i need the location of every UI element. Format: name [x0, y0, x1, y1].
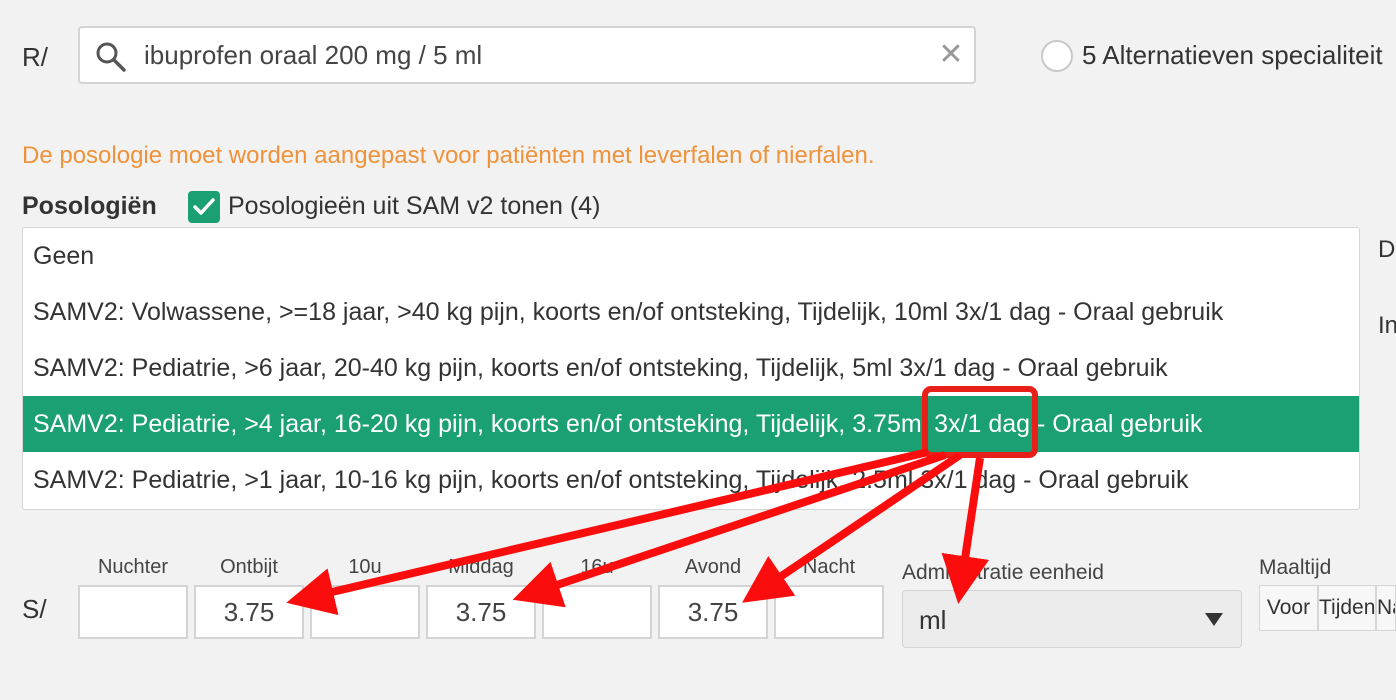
sam-checkbox[interactable]: [188, 191, 220, 223]
side-label-in: In: [1378, 312, 1396, 339]
time-label-middag: Middag: [448, 556, 514, 578]
drug-search-field[interactable]: ✕: [78, 26, 976, 84]
check-icon: [193, 198, 215, 215]
admin-unit-select[interactable]: ml: [902, 590, 1242, 648]
admin-unit-label: Administratie eenheid: [902, 561, 1104, 584]
sam-checkbox-label[interactable]: Posologieën uit SAM v2 tonen (4): [228, 192, 600, 221]
clear-icon[interactable]: ✕: [936, 40, 966, 70]
posology-item[interactable]: SAMV2: Pediatrie, >6 jaar, 20-40 kg pijn…: [23, 340, 1359, 396]
time-label-10u: 10u: [348, 556, 382, 578]
posology-item[interactable]: SAMV2: Pediatrie, >1 jaar, 10-16 kg pijn…: [23, 452, 1359, 508]
schedule-prefix: S/: [22, 594, 47, 624]
chevron-down-icon: [1205, 613, 1223, 626]
search-icon: [96, 42, 126, 72]
posology-warning: De posologie moet worden aangepast voor …: [22, 142, 875, 169]
prescription-prefix: R/: [22, 42, 48, 72]
search-input[interactable]: [144, 28, 924, 82]
posology-item[interactable]: SAMV2: Volwassene, >=18 jaar, >40 kg pij…: [23, 284, 1359, 340]
meal-option-na[interactable]: Na: [1376, 585, 1396, 631]
posology-list[interactable]: Geen SAMV2: Volwassene, >=18 jaar, >40 k…: [22, 227, 1360, 510]
dose-input-10u[interactable]: [310, 585, 420, 639]
posology-item[interactable]: Geen: [23, 228, 1359, 284]
posologies-title: Posologiën: [22, 192, 157, 220]
meal-label: Maaltijd: [1259, 556, 1332, 579]
side-label-d: D: [1378, 236, 1396, 263]
dose-input-16u[interactable]: [542, 585, 652, 639]
meal-option-voor[interactable]: Voor: [1259, 585, 1318, 631]
dose-input-nacht[interactable]: [774, 585, 884, 639]
time-label-avond: Avond: [684, 556, 742, 578]
dose-input-ontbijt[interactable]: 3.75: [194, 585, 304, 639]
time-label-16u: 16u: [580, 556, 614, 578]
alternatives-label: 5 Alternatieven specialiteit: [1082, 40, 1383, 70]
dose-input-avond[interactable]: 3.75: [658, 585, 768, 639]
dose-input-nuchter[interactable]: [78, 585, 188, 639]
alternatives-radio[interactable]: [1041, 40, 1073, 72]
dose-input-middag[interactable]: 3.75: [426, 585, 536, 639]
time-label-nuchter: Nuchter: [97, 556, 169, 578]
meal-option-tijdens[interactable]: Tijdens: [1318, 585, 1376, 631]
posology-item-selected[interactable]: SAMV2: Pediatrie, >4 jaar, 16-20 kg pijn…: [23, 396, 1359, 452]
admin-unit-value: ml: [919, 605, 947, 635]
time-label-ontbijt: Ontbijt: [220, 556, 278, 578]
time-label-nacht: Nacht: [802, 556, 856, 578]
